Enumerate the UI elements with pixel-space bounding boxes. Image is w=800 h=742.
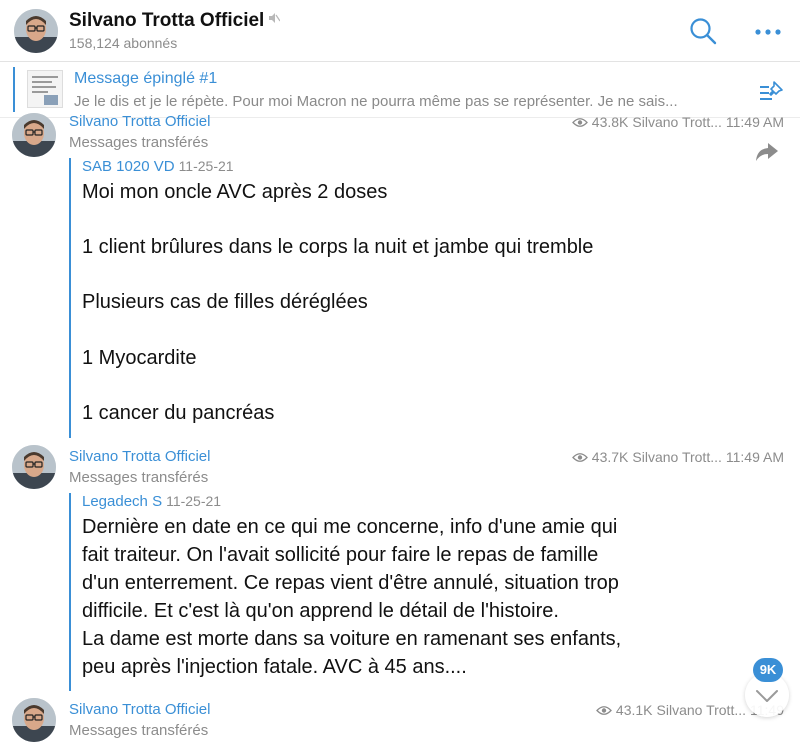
message-meta: 43.7K Silvano Trott... 11:49 AM [571, 449, 784, 465]
message-time: 11:49 AM [725, 449, 784, 465]
view-count: 43.1K [615, 702, 653, 718]
pin-list-icon [760, 81, 783, 100]
pinned-indicator [13, 67, 15, 112]
channel-header: Silvano Trotta Officiel 158,124 abonnés [0, 0, 800, 62]
channel-title[interactable]: Silvano Trotta Officiel [69, 10, 264, 31]
pinned-title: Message épinglé #1 [74, 70, 218, 87]
share-button[interactable] [754, 141, 780, 163]
avatar[interactable] [12, 698, 56, 742]
message-meta: 43.8K Silvano Trott... 11:49 AM [571, 114, 784, 130]
avatar[interactable] [12, 113, 56, 157]
pinned-list-button[interactable] [758, 79, 786, 103]
message-sender[interactable]: Silvano Trotta Officiel [69, 701, 210, 718]
message-text: Dernière en date en ce qui me concerne, … [82, 516, 622, 678]
more-dots-icon [755, 29, 781, 35]
message-sender[interactable]: Silvano Trotta Officiel [69, 448, 210, 465]
pinned-text: Je le dis et je le répète. Pour moi Macr… [74, 93, 678, 110]
quote-author[interactable]: SAB 1020 VD [82, 158, 175, 175]
pinned-message-bar[interactable]: Message épinglé #1 Je le dis et je le ré… [0, 62, 800, 118]
eye-icon [596, 705, 612, 715]
subscriber-count: 158,124 abonnés [69, 35, 178, 51]
channel-avatar[interactable] [14, 9, 58, 53]
forwarded-quote: SAB 1020 VD 11-25-21 Moi mon oncle AVC ap… [69, 158, 593, 438]
share-arrow-icon [756, 143, 778, 161]
more-options-button[interactable] [753, 20, 783, 44]
eye-icon [571, 117, 588, 127]
post-signature: Silvano Trott... [632, 114, 722, 130]
quote-author[interactable]: Legadech S [82, 493, 162, 510]
view-count: 43.7K [591, 449, 629, 465]
forwarded-label: Messages transférés [69, 134, 209, 151]
forwarded-label: Messages transférés [69, 469, 209, 486]
message-sender[interactable]: Silvano Trotta Officiel [69, 113, 210, 130]
search-icon [690, 18, 717, 45]
quote-date: 11-25-21 [166, 493, 222, 509]
search-button[interactable] [688, 16, 718, 46]
post-signature: Silvano Trott... [632, 449, 722, 465]
view-count: 43.8K [591, 114, 629, 130]
message-text: Moi mon oncle AVC après 2 doses 1 client… [82, 181, 594, 424]
avatar[interactable] [12, 445, 56, 489]
forwarded-label: Messages transférés [69, 722, 209, 739]
message-time: 11:49 AM [725, 114, 784, 130]
eye-icon [571, 452, 588, 462]
muted-speaker-icon [268, 12, 281, 27]
quote-date: 11-25-21 [178, 158, 234, 174]
forwarded-quote: Legadech S 11-25-21 Dernière en date en c… [69, 493, 621, 691]
unread-count-badge[interactable]: 9K [753, 658, 783, 682]
post-signature: Silvano Trott... [656, 702, 746, 718]
channel-title-row[interactable]: Silvano Trotta Officiel [69, 10, 281, 32]
pinned-thumbnail [27, 70, 63, 108]
